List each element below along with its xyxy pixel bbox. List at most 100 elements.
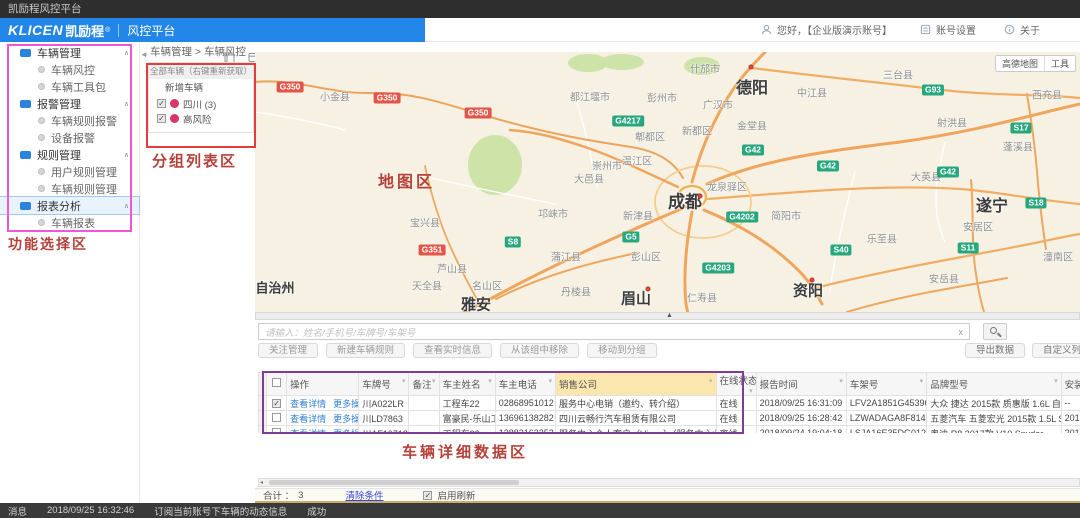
city-dot: [749, 65, 754, 70]
sidebar-item-车辆报表[interactable]: 车辆报表: [0, 214, 139, 231]
table-cell: 川LD7863: [359, 411, 409, 426]
map-county-label: 大邑县: [574, 171, 604, 186]
map-control-工具[interactable]: 工具: [1044, 56, 1075, 71]
group-panel-header[interactable]: 全部车辆（右键重新获取）: [149, 63, 253, 79]
group-root-node[interactable]: 新增车辆: [149, 82, 253, 96]
filter-icon[interactable]: ▾: [1054, 377, 1058, 385]
clear-filters-link[interactable]: 清除条件: [345, 488, 383, 502]
road-badge-G5: G5: [622, 232, 639, 243]
filter-icon[interactable]: ▾: [749, 387, 753, 395]
action-link-更多操作[interactable]: 更多操作: [333, 399, 359, 409]
search-clear-icon[interactable]: x: [953, 327, 970, 337]
vehicle-rule-icon: [38, 185, 45, 192]
sidebar-item-label: 车辆报表: [51, 215, 95, 231]
map-county-label: 乐至县: [867, 231, 897, 246]
row-checkbox[interactable]: [272, 413, 281, 422]
account-greeting[interactable]: 您好，【企业版演示账号】: [761, 22, 892, 37]
map-county-label: 小金县: [320, 89, 350, 104]
sidebar-item-规则管理[interactable]: 规则管理∧: [0, 146, 139, 163]
group-checkbox[interactable]: ✓: [157, 99, 166, 108]
sidebar-item-车辆规则管理[interactable]: 车辆规则管理: [0, 180, 139, 197]
road-badge-G350: G350: [277, 82, 304, 93]
column-header-操作[interactable]: 操作: [287, 373, 359, 396]
table-horizontal-scrollbar[interactable]: ◂: [258, 478, 1080, 487]
rule-mgmt-icon: [20, 151, 31, 159]
column-header-品牌型号[interactable]: 品牌型号▾: [927, 373, 1061, 396]
filter-icon[interactable]: ▾: [402, 377, 406, 385]
sidebar-collapse-icon[interactable]: ◄: [140, 50, 148, 59]
action-link-查看详情[interactable]: 查看详情: [290, 414, 326, 424]
map-county-label: 安居区: [963, 219, 993, 234]
table-cell: 离线: [716, 426, 756, 434]
auto-refresh-checkbox[interactable]: ✓: [423, 491, 432, 500]
chevron-up-icon[interactable]: ∧: [124, 151, 129, 159]
column-header-在线状态[interactable]: 在线状态▾: [716, 373, 756, 396]
filter-icon[interactable]: ▾: [839, 377, 843, 385]
column-header-车牌号[interactable]: 车牌号▾: [359, 373, 409, 396]
group-item-高风险[interactable]: ✓高风险: [149, 111, 253, 126]
table-cell: 富豪民-乐山工程车: [439, 411, 495, 426]
sidebar-item-报表分析[interactable]: 报表分析∧: [0, 197, 139, 214]
search-button[interactable]: [983, 323, 1007, 340]
map-county-label: 广汉市: [703, 97, 733, 112]
sidebar-item-车辆工具包[interactable]: 车辆工具包: [0, 78, 139, 95]
group-checkbox[interactable]: ✓: [157, 114, 166, 123]
column-label: 车主电话: [499, 380, 537, 391]
map-county-label: 蓬溪县: [1003, 139, 1033, 154]
chevron-up-icon[interactable]: ∧: [124, 100, 129, 108]
sidebar-item-车辆风控[interactable]: 车辆风控: [0, 61, 139, 78]
filter-icon[interactable]: ▾: [432, 377, 436, 385]
vehicle-search-input[interactable]: 请输入：姓名/手机号/车牌号/车架号 x: [258, 323, 970, 340]
button-新建车辆规则[interactable]: 新建车辆规则: [326, 343, 405, 358]
sidebar-item-用户规则管理[interactable]: 用户规则管理: [0, 163, 139, 180]
sidebar-item-报警管理[interactable]: 报警管理∧: [0, 95, 139, 112]
road-badge-S11: S11: [958, 243, 979, 254]
group-item-四川 (3)[interactable]: ✓四川 (3): [149, 96, 253, 111]
map-county-label: 中江县: [797, 85, 827, 100]
sidebar-item-设备报警[interactable]: 设备报警: [0, 129, 139, 146]
button-自定义列[interactable]: 自定义列: [1032, 343, 1080, 358]
group-items: ✓四川 (3)✓高风险: [149, 96, 253, 126]
map-horizontal-scrollbar[interactable]: ▲: [255, 312, 1080, 320]
total-label: 合计 ：: [263, 488, 294, 502]
column-header-安装[interactable]: 安装: [1061, 373, 1080, 396]
button-关注管理[interactable]: 关注管理: [258, 343, 318, 358]
button-导出数据[interactable]: 导出数据: [965, 343, 1025, 358]
row-actions: 查看详情更多操作: [287, 396, 359, 411]
action-link-更多操作[interactable]: 更多操作: [333, 429, 359, 434]
map-county-label: 彭山区: [631, 249, 661, 264]
column-header-车主电话[interactable]: 车主电话 ▾: [495, 373, 555, 396]
chevron-up-icon[interactable]: ∧: [124, 202, 129, 210]
button-从该组中移除[interactable]: 从该组中移除: [500, 343, 579, 358]
action-link-查看详情[interactable]: 查看详情: [290, 399, 326, 409]
column-header-备注[interactable]: 备注▾: [409, 373, 439, 396]
filter-icon[interactable]: ▾: [920, 377, 924, 385]
button-查看实时信息[interactable]: 查看实时信息: [413, 343, 492, 358]
map-controls: 高德地图工具: [995, 55, 1076, 72]
map-control-高德地图[interactable]: 高德地图: [996, 56, 1044, 71]
user-icon: [761, 24, 772, 35]
scroll-left-icon[interactable]: ◂: [260, 479, 263, 487]
action-link-更多操作[interactable]: 更多操作: [333, 414, 359, 424]
column-header-车架号[interactable]: 车架号▾: [846, 373, 926, 396]
chevron-up-icon[interactable]: ∧: [124, 49, 129, 57]
row-checkbox[interactable]: ✓: [272, 399, 281, 408]
sidebar-item-车辆规则报警[interactable]: 车辆规则报警: [0, 112, 139, 129]
select-all-checkbox[interactable]: [272, 378, 281, 387]
table-cell: [409, 411, 439, 426]
column-header-车主姓名[interactable]: 车主姓名▾: [439, 373, 495, 396]
app-window: 凯励程风控平台 KLICEN 凯励程 ® 风控平台 您好，【企业版演示账号】 账…: [0, 0, 1080, 518]
row-checkbox[interactable]: [272, 428, 281, 434]
about-button[interactable]: 关于: [1004, 22, 1040, 37]
scrollbar-thumb[interactable]: [269, 480, 519, 485]
column-header-销售公司[interactable]: 销售公司▾: [555, 373, 716, 396]
filter-icon[interactable]: ▾: [709, 377, 713, 385]
action-link-查看详情[interactable]: 查看详情: [290, 429, 326, 434]
filter-icon[interactable]: ▾: [548, 377, 552, 385]
column-header-报告时间[interactable]: 报告时间▾: [756, 373, 846, 396]
sidebar-item-车辆管理[interactable]: 车辆管理∧: [0, 44, 139, 61]
account-settings-button[interactable]: 账号设置: [920, 22, 976, 37]
vehicle-group-icon: [170, 114, 179, 123]
button-移动到分组[interactable]: 移动到分组: [587, 343, 657, 358]
filter-icon[interactable]: ▾: [488, 377, 492, 385]
